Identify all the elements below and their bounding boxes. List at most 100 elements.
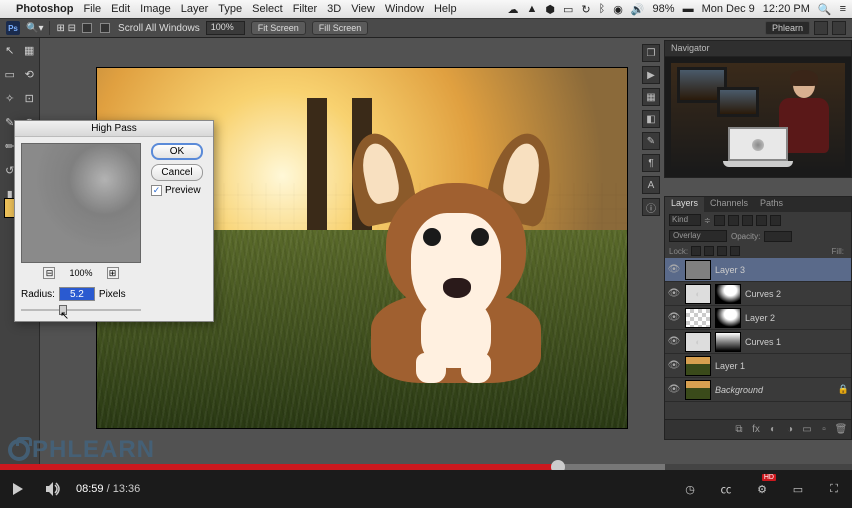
link-layers-icon[interactable]: ⧉ bbox=[733, 424, 745, 436]
swatches-panel-icon[interactable]: ▦ bbox=[642, 88, 660, 106]
paragraph-panel-icon[interactable]: ¶ bbox=[642, 154, 660, 172]
menu-window[interactable]: Window bbox=[385, 3, 424, 15]
lasso-tool-icon[interactable]: ⟲ bbox=[20, 62, 40, 86]
layer-row[interactable]: 👁 Layer 2 bbox=[665, 306, 851, 330]
cloud-icon[interactable]: ☁ bbox=[508, 3, 519, 16]
info-panel-icon[interactable]: ⓘ bbox=[642, 198, 660, 216]
visibility-icon[interactable]: 👁 bbox=[667, 288, 681, 299]
mask-thumb[interactable] bbox=[715, 284, 741, 304]
layer-row[interactable]: 👁 Layer 3 bbox=[665, 258, 851, 282]
layer-row[interactable]: 👁 ◐ Curves 2 bbox=[665, 282, 851, 306]
opacity-field[interactable] bbox=[764, 231, 792, 242]
dialog-preview[interactable] bbox=[21, 143, 141, 263]
settings-button[interactable]: ⚙HD bbox=[744, 470, 780, 508]
kind-dropdown-icon[interactable]: ≑ bbox=[704, 216, 711, 225]
wifi-icon[interactable]: ◉ bbox=[613, 3, 623, 16]
visibility-icon[interactable]: 👁 bbox=[667, 360, 681, 371]
new-layer-icon[interactable]: ▫ bbox=[818, 424, 830, 436]
lock-position-icon[interactable] bbox=[717, 246, 727, 256]
layer-name[interactable]: Layer 2 bbox=[745, 313, 849, 323]
menubar-time[interactable]: 12:20 PM bbox=[763, 3, 810, 15]
layer-name[interactable]: Layer 3 bbox=[715, 265, 849, 275]
navigator-preview[interactable] bbox=[665, 57, 851, 177]
ok-button[interactable]: OK bbox=[151, 143, 203, 160]
filter-smart-icon[interactable] bbox=[770, 215, 781, 226]
resize-windows-check[interactable] bbox=[82, 23, 92, 33]
layer-fx-icon[interactable]: fx bbox=[750, 424, 762, 436]
layer-thumb[interactable] bbox=[685, 356, 711, 376]
fill-screen-button[interactable]: Fill Screen bbox=[312, 21, 369, 35]
layer-thumb[interactable] bbox=[685, 308, 711, 328]
cancel-button[interactable]: Cancel bbox=[151, 164, 203, 181]
crop-tool-icon[interactable]: ⊡ bbox=[20, 86, 40, 110]
new-group-icon[interactable]: ▭ bbox=[801, 424, 813, 436]
display-icon[interactable]: ▭ bbox=[563, 3, 573, 16]
layer-filter-kind[interactable]: Kind bbox=[669, 214, 701, 226]
navigator-tab[interactable]: Navigator bbox=[665, 41, 851, 57]
layer-thumb[interactable] bbox=[685, 260, 711, 280]
zoom-in-button[interactable]: ⊞ bbox=[107, 267, 119, 279]
adjustment-thumb[interactable]: ◐ bbox=[685, 284, 711, 304]
layer-name[interactable]: Background bbox=[715, 385, 834, 395]
adobe-icon[interactable]: ▲ bbox=[527, 3, 538, 15]
mask-thumb[interactable] bbox=[715, 308, 741, 328]
filter-adj-icon[interactable] bbox=[728, 215, 739, 226]
spotlight-icon[interactable]: 🔍 bbox=[818, 3, 832, 16]
marquee-tool-icon[interactable]: ▭ bbox=[0, 62, 20, 86]
workspace-opt-1[interactable] bbox=[814, 21, 828, 35]
menu-filter[interactable]: Filter bbox=[293, 3, 317, 15]
color-panel-icon[interactable]: ◧ bbox=[642, 110, 660, 128]
wand-tool-icon[interactable]: ✧ bbox=[0, 86, 20, 110]
menu-select[interactable]: Select bbox=[252, 3, 283, 15]
add-mask-icon[interactable]: ◐ bbox=[767, 424, 779, 436]
zoom-level-dropdown[interactable]: 100% bbox=[206, 21, 245, 35]
ps-home-icon[interactable]: Ps bbox=[6, 21, 20, 35]
radius-input[interactable] bbox=[59, 287, 95, 301]
lock-all-icon[interactable] bbox=[730, 246, 740, 256]
tab-layers[interactable]: Layers bbox=[665, 197, 704, 212]
dropbox-icon[interactable]: ⬢ bbox=[545, 3, 555, 16]
theater-mode-button[interactable]: ▭ bbox=[780, 470, 816, 508]
tab-channels[interactable]: Channels bbox=[704, 197, 754, 212]
delete-layer-icon[interactable]: 🗑 bbox=[835, 424, 847, 436]
adjustment-thumb[interactable]: ◐ bbox=[685, 332, 711, 352]
blend-mode-dropdown[interactable]: Overlay bbox=[669, 230, 727, 242]
character-panel-icon[interactable]: A bbox=[642, 176, 660, 194]
layer-name[interactable]: Curves 1 bbox=[745, 337, 849, 347]
play-button[interactable] bbox=[0, 470, 36, 508]
menu-view[interactable]: View bbox=[351, 3, 375, 15]
visibility-icon[interactable]: 👁 bbox=[667, 336, 681, 347]
actions-panel-icon[interactable]: ▶ bbox=[642, 66, 660, 84]
menu-edit[interactable]: Edit bbox=[111, 3, 130, 15]
layer-name[interactable]: Curves 2 bbox=[745, 289, 849, 299]
tab-paths[interactable]: Paths bbox=[754, 197, 789, 212]
bluetooth-icon[interactable]: ᛒ bbox=[599, 3, 606, 15]
zoom-all-check[interactable] bbox=[100, 23, 110, 33]
layer-name[interactable]: Layer 1 bbox=[715, 361, 849, 371]
artboard-tool-icon[interactable]: ▦ bbox=[20, 38, 40, 62]
zoom-mode-icon[interactable]: ⊞ ⊟ bbox=[56, 23, 76, 34]
filter-shape-icon[interactable] bbox=[756, 215, 767, 226]
slider-thumb[interactable] bbox=[59, 305, 67, 315]
volume-button[interactable] bbox=[36, 470, 72, 508]
fullscreen-button[interactable]: ⛶ bbox=[816, 470, 852, 508]
layer-thumb[interactable] bbox=[685, 380, 711, 400]
new-adjustment-icon[interactable]: ◑ bbox=[784, 424, 796, 436]
watch-later-button[interactable]: ◷ bbox=[672, 470, 708, 508]
preview-checkbox[interactable]: ✓ bbox=[151, 185, 162, 196]
layer-row[interactable]: 👁 Layer 1 bbox=[665, 354, 851, 378]
menu-3d[interactable]: 3D bbox=[327, 3, 341, 15]
workspace-selector[interactable]: Phlearn bbox=[765, 21, 810, 35]
zoom-out-button[interactable]: ⊟ bbox=[43, 267, 55, 279]
menu-help[interactable]: Help bbox=[434, 3, 457, 15]
filter-type-icon[interactable] bbox=[742, 215, 753, 226]
lock-trans-icon[interactable] bbox=[691, 246, 701, 256]
mask-thumb[interactable] bbox=[715, 332, 741, 352]
menu-type[interactable]: Type bbox=[218, 3, 242, 15]
layer-row[interactable]: 👁 Background 🔒 bbox=[665, 378, 851, 402]
captions-button[interactable]: ㏄ bbox=[708, 470, 744, 508]
tool-preset-icon[interactable]: 🔍▾ bbox=[26, 23, 43, 34]
sync-icon[interactable]: ↻ bbox=[581, 3, 590, 16]
visibility-icon[interactable]: 👁 bbox=[667, 384, 681, 395]
brushes-panel-icon[interactable]: ✎ bbox=[642, 132, 660, 150]
